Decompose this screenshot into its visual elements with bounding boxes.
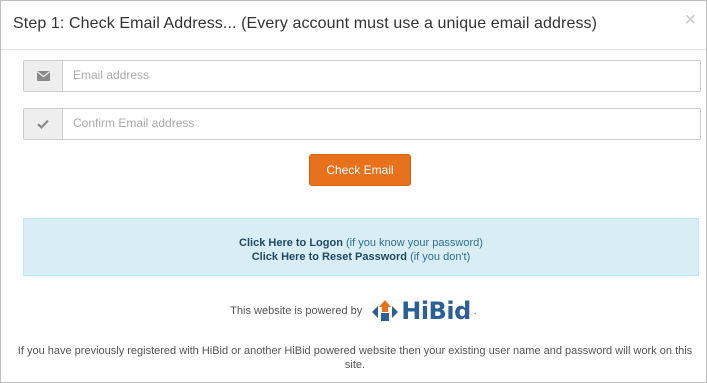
hibid-brand-text: HiBid [401,297,471,325]
powered-suffix: . [473,305,477,317]
modal-header: Step 1: Check Email Address... (Every ac… [1,1,706,50]
reset-note: (if you don't) [410,251,471,263]
logon-note: (if you know your password) [346,237,483,249]
email-input-group [23,60,701,92]
hibid-logo-icon [372,300,399,321]
login-info-box: Click Here to Logon (if you know your pa… [23,218,699,276]
check-email-button[interactable]: Check Email [309,154,411,186]
reset-line: Click Here to Reset Password (if you don… [24,250,698,264]
check-icon [24,109,63,139]
envelope-icon [24,61,63,91]
powered-by-text: This website is powered by [230,305,363,317]
powered-by-line: This website is powered by HiBid . [1,291,706,331]
logon-line: Click Here to Logon (if you know your pa… [24,236,698,250]
confirm-email-input-group [23,108,701,140]
reset-password-link[interactable]: Click Here to Reset Password [252,251,407,263]
email-input[interactable] [63,61,700,89]
close-icon[interactable]: × [684,10,696,30]
hibid-logo[interactable]: HiBid [372,297,471,325]
logon-link[interactable]: Click Here to Logon [239,237,343,249]
modal-title: Step 1: Check Email Address... (Every ac… [13,15,598,32]
confirm-email-input[interactable] [63,109,700,137]
check-email-modal: Step 1: Check Email Address... (Every ac… [0,0,707,383]
footer-note: If you have previously registered with H… [17,345,693,371]
